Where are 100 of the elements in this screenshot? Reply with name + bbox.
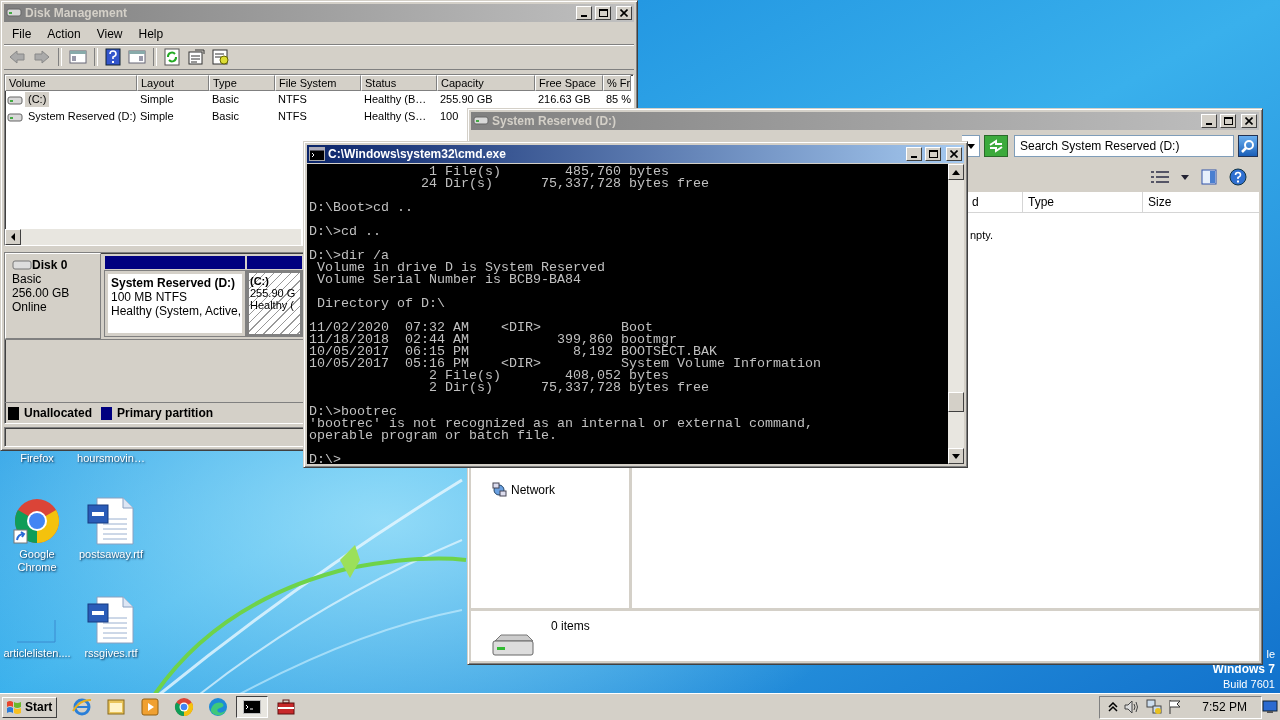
search-icon bbox=[1241, 139, 1255, 153]
console-icon bbox=[242, 697, 263, 717]
table-cell[interactable]: (C:) bbox=[25, 92, 50, 107]
browser-icon bbox=[208, 697, 229, 717]
browser-icon[interactable] bbox=[13, 497, 61, 545]
table-cell-text: Basic bbox=[211, 93, 240, 106]
window-title: System Reserved (D:) bbox=[492, 114, 618, 128]
partition-card[interactable]: (C:) 255.90 G Healthy ( bbox=[247, 271, 302, 336]
properties-icon[interactable] bbox=[187, 48, 205, 66]
column-header[interactable]: Type bbox=[1022, 192, 1142, 212]
search-button[interactable] bbox=[1238, 135, 1258, 157]
document-icon[interactable] bbox=[87, 596, 135, 644]
speaker-icon[interactable] bbox=[1124, 700, 1141, 714]
minimize-icon bbox=[911, 156, 917, 158]
console-line: 11/02/2020 07:32 AM <DIR> Boot bbox=[309, 322, 653, 334]
caret-icon bbox=[966, 143, 975, 149]
minimize-button[interactable] bbox=[1201, 114, 1217, 128]
console-line: 2 File(s) 408,052 bytes bbox=[427, 370, 670, 382]
flag-icon[interactable] bbox=[1168, 699, 1183, 715]
menu-item[interactable]: Help bbox=[130, 27, 172, 41]
minimize-icon bbox=[581, 15, 587, 17]
clock: 7:52 PM bbox=[1202, 700, 1247, 714]
console-line: 24 Dir(s) 75,337,728 bytes free bbox=[419, 178, 710, 190]
table-cell-text: Basic bbox=[211, 110, 240, 123]
document-icon[interactable] bbox=[87, 497, 135, 545]
column-header[interactable]: Type bbox=[209, 75, 275, 91]
dropdown-arrow-icon[interactable] bbox=[1181, 174, 1189, 180]
table-cell-text: 85 % bbox=[605, 93, 631, 106]
disk-name: Disk 0 bbox=[32, 258, 68, 272]
partition-name: System Reserved (D:) bbox=[111, 276, 237, 290]
close-button[interactable] bbox=[1241, 114, 1257, 128]
taskbar-button[interactable] bbox=[236, 696, 269, 718]
system-notice-text: Windows 7 bbox=[1212, 662, 1275, 677]
network-icon bbox=[491, 482, 507, 498]
column-header[interactable]: Free Space bbox=[535, 75, 603, 91]
minimize-icon bbox=[1206, 123, 1212, 125]
search-field[interactable]: Search System Reserved (D:) bbox=[1014, 135, 1234, 157]
partition-bar bbox=[247, 256, 302, 269]
legend-label: Primary partition bbox=[117, 406, 214, 420]
chevron-icon[interactable] bbox=[1108, 702, 1119, 712]
console-icon bbox=[309, 147, 325, 161]
console-line: 11/18/2018 02:44 AM 399,860 bootmgr bbox=[309, 334, 677, 346]
pane-icon[interactable] bbox=[69, 49, 87, 65]
console-line: Volume Serial Number is BCB9-BA84 bbox=[316, 274, 582, 286]
disk-size: 256.00 GB bbox=[12, 286, 71, 300]
network-icon[interactable] bbox=[1146, 699, 1163, 715]
table-cell[interactable]: System Reserved (D:) bbox=[25, 109, 140, 124]
minimize-button[interactable] bbox=[906, 147, 922, 161]
column-header[interactable]: File System bbox=[275, 75, 361, 91]
column-header[interactable]: Status bbox=[361, 75, 437, 91]
table-cell-text: Healthy (B… bbox=[363, 93, 428, 106]
legend-label: Unallocated bbox=[24, 406, 92, 420]
folder-icon bbox=[106, 697, 127, 717]
table-cell-text: Simple bbox=[139, 110, 175, 123]
column-header[interactable]: Volume bbox=[5, 75, 137, 91]
partition-status: Healthy (System, Active, bbox=[111, 304, 239, 318]
column-header[interactable]: Capacity bbox=[437, 75, 535, 91]
partition-size: 255.90 G bbox=[250, 287, 297, 299]
console-line: 1 File(s) 485,760 bytes bbox=[428, 166, 670, 178]
close-button[interactable] bbox=[946, 147, 962, 161]
nav-item[interactable]: Network bbox=[511, 483, 555, 497]
table-cell-text: 255.90 GB bbox=[439, 93, 494, 106]
console-line: 10/05/2017 05:16 PM <DIR> System Volume Information bbox=[309, 358, 822, 370]
view-options-icon[interactable] bbox=[1151, 170, 1169, 184]
help-icon[interactable] bbox=[105, 48, 121, 66]
refresh-button[interactable] bbox=[984, 135, 1008, 157]
help-icon[interactable] bbox=[1229, 168, 1247, 186]
column-header[interactable]: Size bbox=[1142, 192, 1222, 212]
maximize-button[interactable] bbox=[925, 147, 941, 161]
menu-item[interactable]: Action bbox=[39, 27, 89, 41]
console-line: operable program or batch file. bbox=[309, 430, 558, 442]
table-cell-text: NTFS bbox=[277, 93, 308, 106]
table-cell-text: 100 bbox=[439, 110, 460, 123]
window-title: C:\Windows\system32\cmd.exe bbox=[328, 147, 507, 161]
media-player-icon bbox=[140, 697, 161, 717]
maximize-icon bbox=[1223, 117, 1233, 125]
partition-card[interactable]: System Reserved (D:) 100 MB NTFS Healthy (System, Active, bbox=[105, 271, 245, 336]
column-header[interactable]: % Fr bbox=[603, 75, 631, 91]
maximize-button[interactable] bbox=[595, 6, 611, 20]
window-title: Disk Management bbox=[25, 6, 129, 20]
close-button[interactable] bbox=[616, 6, 632, 20]
arrow-down-icon bbox=[952, 453, 960, 459]
console-line: Directory of D:\ bbox=[316, 298, 446, 310]
console-line: D:\>dir /a bbox=[309, 250, 390, 262]
pane-icon[interactable] bbox=[128, 49, 146, 65]
maximize-button[interactable] bbox=[1220, 114, 1236, 128]
preview-pane-icon[interactable] bbox=[1201, 169, 1217, 185]
scroll-thumb[interactable] bbox=[948, 392, 964, 412]
refresh-icon[interactable] bbox=[164, 48, 180, 66]
table-cell-text: Simple bbox=[139, 93, 175, 106]
close-icon bbox=[620, 9, 628, 17]
column-header[interactable]: Layout bbox=[137, 75, 209, 91]
partition-status: Healthy ( bbox=[250, 299, 296, 311]
menu-item[interactable]: View bbox=[88, 27, 131, 41]
start-button[interactable]: Start bbox=[2, 696, 58, 718]
monitor-icon[interactable] bbox=[1262, 700, 1278, 714]
maximize-icon bbox=[598, 9, 608, 17]
console-line: D:\>bootrec bbox=[309, 406, 397, 418]
menu-item[interactable]: File bbox=[4, 27, 40, 41]
minimize-button[interactable] bbox=[576, 6, 592, 20]
